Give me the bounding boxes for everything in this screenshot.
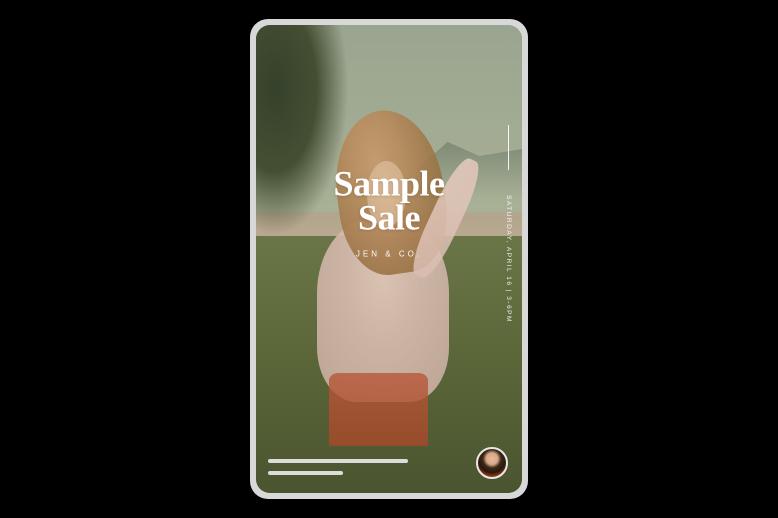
text-line-2 [268, 471, 343, 475]
title-line-1: Sample [333, 167, 444, 201]
brand-label: JEN & CO. [333, 249, 444, 258]
divider-line [508, 125, 509, 170]
background-photo [256, 25, 522, 493]
story-title: Sample Sale [333, 167, 444, 235]
story-text-overlay: Sample Sale JEN & CO. [333, 167, 444, 258]
text-line-1 [268, 459, 408, 463]
caption-placeholder [268, 459, 408, 475]
event-datetime: SATURDAY, APRIL 16 | 3-6PM [505, 195, 512, 323]
story-screen[interactable]: Sample Sale JEN & CO. SATURDAY, APRIL 16… [256, 25, 522, 493]
event-info-sidebar: SATURDAY, APRIL 16 | 3-6PM [505, 195, 512, 323]
user-avatar[interactable] [476, 447, 508, 479]
title-line-2: Sale [333, 201, 444, 235]
phone-frame: Sample Sale JEN & CO. SATURDAY, APRIL 16… [250, 19, 528, 499]
